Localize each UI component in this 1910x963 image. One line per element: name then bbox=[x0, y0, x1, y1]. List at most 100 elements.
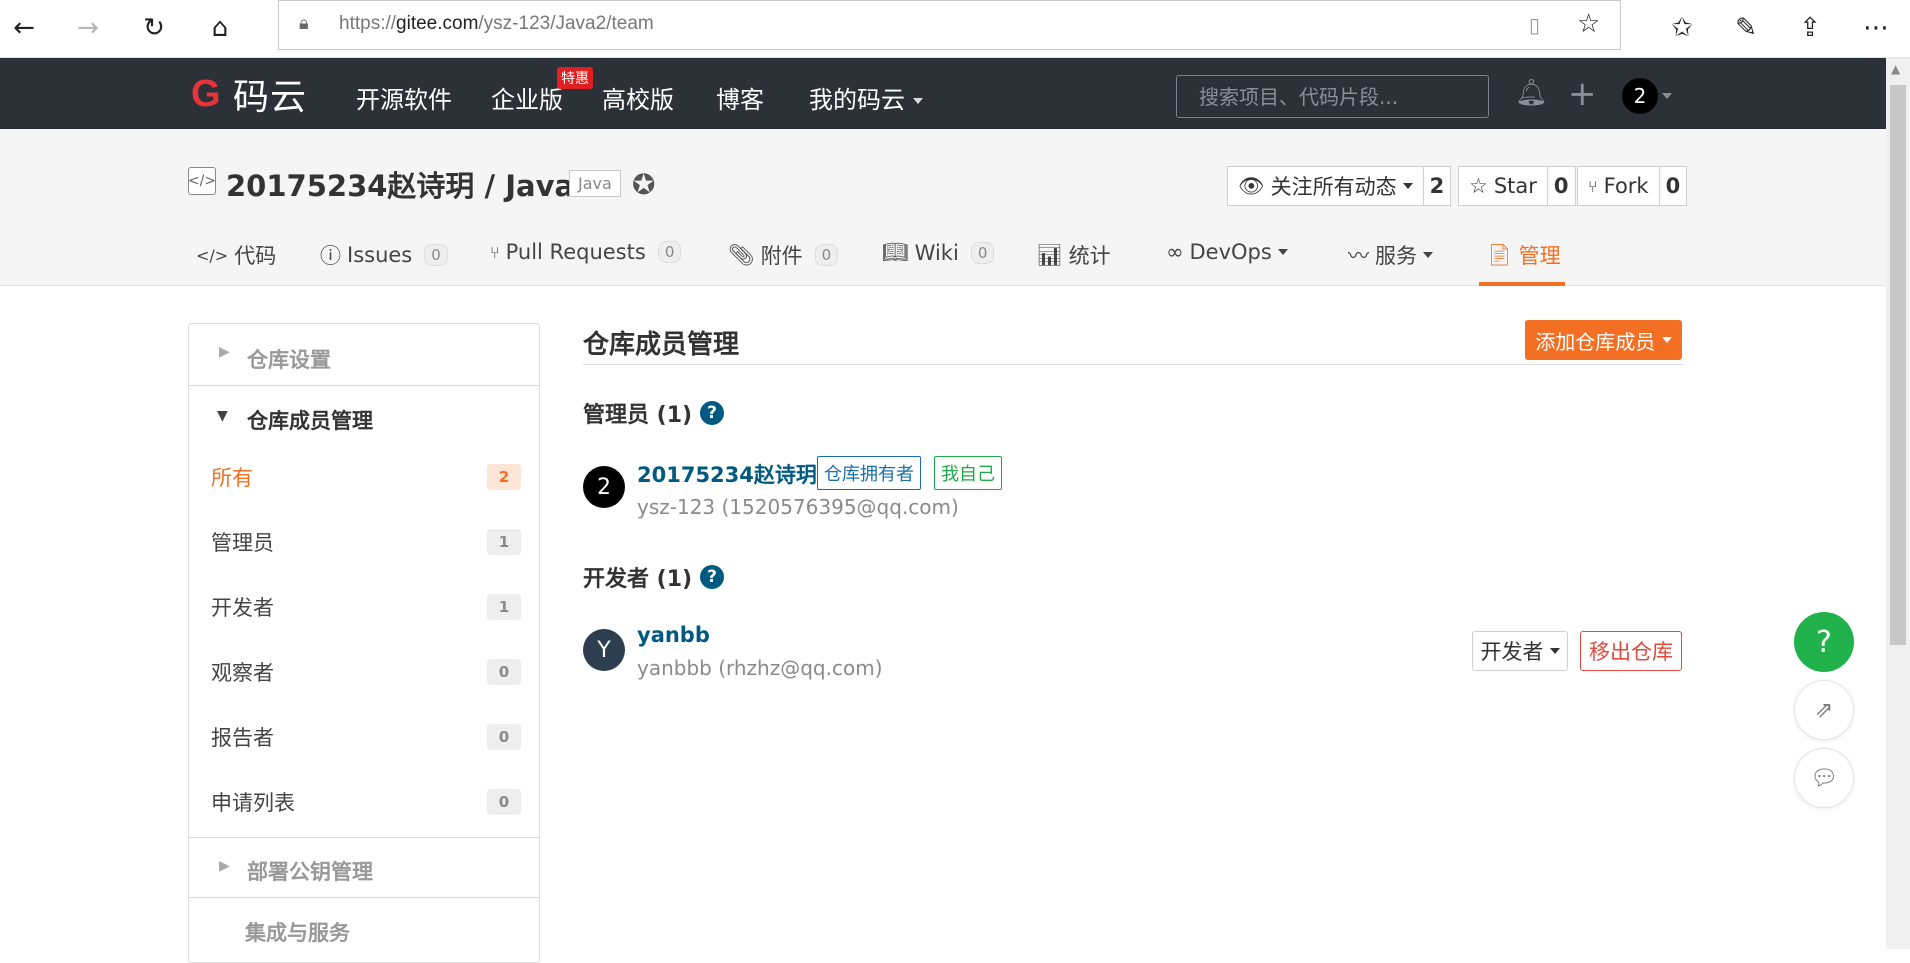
forward-icon[interactable]: → bbox=[70, 10, 106, 46]
developers-section-title: 开发者 (1)? bbox=[583, 561, 725, 593]
role-select[interactable]: 开发者 bbox=[1472, 631, 1568, 671]
eye-icon: 👁︎ bbox=[1238, 173, 1265, 198]
tab-manage[interactable]: 📄︎ 管理 bbox=[1486, 240, 1561, 270]
repo-code-icon: </> bbox=[188, 167, 216, 195]
self-tag: 我自己 bbox=[934, 456, 1002, 490]
chevron-right-icon: ▶ bbox=[219, 858, 230, 874]
question-icon: ? bbox=[1816, 624, 1832, 660]
pull-request-icon: ⑂ bbox=[490, 242, 500, 262]
infinity-icon: ∞ bbox=[1166, 240, 1184, 264]
sidebar-members-title[interactable]: 仓库成员管理 bbox=[247, 405, 597, 435]
tab-wiki[interactable]: 📖︎ Wiki 0 bbox=[882, 240, 995, 265]
avatar-dropdown-icon[interactable] bbox=[1662, 84, 1672, 103]
sidebar-integrations[interactable]: 集成与服务 bbox=[245, 917, 595, 947]
nav-open-source[interactable]: 开源软件 bbox=[356, 80, 452, 115]
document-icon: 📄︎ bbox=[1486, 242, 1513, 267]
tab-issues[interactable]: ⓘ Issues 0 bbox=[320, 240, 448, 270]
refresh-icon[interactable]: ↻ bbox=[136, 10, 172, 46]
share-fab[interactable]: ⇗ bbox=[1794, 680, 1854, 740]
back-icon[interactable]: ← bbox=[6, 10, 42, 46]
tab-code[interactable]: </> 代码 bbox=[196, 240, 276, 270]
fork-icon: ⑂ bbox=[1588, 176, 1598, 196]
star-button[interactable]: ☆ Star 0 bbox=[1458, 166, 1576, 206]
top-navbar: G 码云 开源软件 企业版 高校版 博客 我的码云 🔔︎ + bbox=[0, 58, 1886, 129]
page-title: 仓库成员管理 bbox=[583, 330, 740, 360]
paperclip-icon: 📎︎ bbox=[728, 242, 755, 267]
divider bbox=[189, 385, 539, 386]
share-icon[interactable]: ⇪ bbox=[1792, 10, 1828, 46]
count-badge: 1 bbox=[487, 529, 521, 555]
avatar[interactable]: 2 bbox=[583, 466, 625, 508]
comment-fab[interactable]: 💬︎ bbox=[1794, 748, 1854, 808]
scroll-up-icon[interactable]: ▲ bbox=[1891, 62, 1900, 76]
nav-blog[interactable]: 博客 bbox=[716, 80, 764, 115]
pulse-icon: 〰 bbox=[1348, 244, 1369, 268]
sidebar-repo-settings[interactable]: 仓库设置 bbox=[247, 344, 597, 374]
admins-section-title: 管理员 (1)? bbox=[583, 397, 725, 429]
tab-stats[interactable]: 📊︎ 统计 bbox=[1036, 240, 1111, 270]
nav-education[interactable]: 高校版 bbox=[602, 80, 674, 115]
star-count: 0 bbox=[1546, 167, 1575, 205]
count-badge: 2 bbox=[487, 464, 521, 490]
add-member-button[interactable]: 添加仓库成员 bbox=[1525, 320, 1682, 360]
tab-attachments[interactable]: 📎︎ 附件 0 bbox=[728, 240, 839, 270]
recommend-badge-icon: ✪ bbox=[632, 168, 656, 201]
sidebar-item-requests[interactable]: 申请列表 0 bbox=[211, 787, 521, 817]
scrollbar-thumb[interactable] bbox=[1890, 85, 1906, 645]
sidebar-deploy-keys[interactable]: 部署公钥管理 bbox=[247, 856, 597, 886]
sidebar-item-reporters[interactable]: 报告者 0 bbox=[211, 722, 521, 752]
gitee-logo[interactable]: G 码云 bbox=[191, 73, 307, 118]
watch-count: 2 bbox=[1422, 167, 1451, 205]
repo-title[interactable]: 20175234赵诗玥 / Java2 bbox=[226, 163, 594, 205]
sidebar-item-developers[interactable]: 开发者 1 bbox=[211, 592, 521, 622]
favorite-star-icon[interactable]: ☆ bbox=[1577, 9, 1600, 39]
help-icon[interactable]: ? bbox=[700, 565, 725, 589]
code-icon: </> bbox=[196, 245, 229, 265]
sidebar-item-all[interactable]: 所有 2 bbox=[211, 462, 521, 492]
nav-enterprise[interactable]: 企业版 bbox=[491, 80, 563, 115]
favorites-icon[interactable]: ✩ bbox=[1664, 10, 1700, 46]
home-icon[interactable]: ⌂ bbox=[202, 10, 238, 46]
fork-button[interactable]: ⑂ Fork 0 bbox=[1577, 166, 1688, 206]
count-badge: 0 bbox=[487, 659, 521, 685]
language-tag[interactable]: Java bbox=[569, 170, 621, 197]
logo-g-icon: G bbox=[191, 73, 221, 115]
search-input[interactable] bbox=[1177, 76, 1488, 117]
browser-toolbar: ← → ↻ ⌂ 🔒︎ https://gitee.com/ysz-123/Jav… bbox=[0, 0, 1910, 58]
hot-badge: 特惠 bbox=[557, 67, 593, 89]
address-text: https://gitee.com/ysz-123/Java2/team bbox=[339, 13, 654, 34]
nav-my-gitee[interactable]: 我的码云 bbox=[809, 80, 923, 115]
star-icon: ☆ bbox=[1469, 174, 1488, 198]
wiki-count: 0 bbox=[970, 241, 995, 264]
remove-member-button[interactable]: 移出仓库 bbox=[1580, 631, 1682, 671]
external-link-icon: ⇗ bbox=[1814, 697, 1834, 723]
tab-services[interactable]: 〰服务 bbox=[1348, 240, 1433, 270]
search-box[interactable] bbox=[1176, 75, 1489, 118]
tab-pull-requests[interactable]: ⑂ Pull Requests 0 bbox=[490, 240, 682, 264]
count-badge: 0 bbox=[487, 789, 521, 815]
avatar[interactable]: Y bbox=[583, 629, 625, 671]
issues-count: 0 bbox=[424, 244, 448, 266]
fork-count: 0 bbox=[1658, 167, 1687, 205]
help-icon[interactable]: ? bbox=[700, 401, 725, 425]
address-bar[interactable]: 🔒︎ https://gitee.com/ysz-123/Java2/team … bbox=[278, 0, 1621, 50]
tab-devops[interactable]: ∞ DevOps bbox=[1166, 240, 1288, 264]
watch-button[interactable]: 👁︎ 关注所有动态 2 bbox=[1227, 166, 1452, 206]
sidebar-item-admins[interactable]: 管理员 1 bbox=[211, 527, 521, 557]
member-name[interactable]: 20175234赵诗玥 bbox=[637, 459, 817, 489]
member-account: yanbbb (rhzhz@qq.com) bbox=[637, 656, 883, 680]
pr-count: 0 bbox=[657, 241, 682, 263]
member-name[interactable]: yanbb bbox=[637, 623, 710, 647]
bell-icon[interactable]: 🔔︎ bbox=[1515, 78, 1548, 108]
help-fab[interactable]: ? bbox=[1794, 612, 1854, 672]
reading-view-icon[interactable]: ▯ bbox=[1529, 13, 1540, 37]
pen-icon[interactable]: ✎ bbox=[1728, 10, 1764, 46]
user-avatar[interactable]: 2 bbox=[1622, 78, 1658, 114]
divider bbox=[583, 364, 1683, 365]
more-icon[interactable]: ⋯ bbox=[1858, 10, 1894, 46]
sidebar-item-observers[interactable]: 观察者 0 bbox=[211, 657, 521, 687]
active-tab-indicator bbox=[1479, 282, 1565, 286]
plus-icon[interactable]: + bbox=[1568, 74, 1597, 114]
chevron-down-icon: ▼ bbox=[217, 408, 228, 424]
chevron-right-icon: ▶ bbox=[219, 344, 230, 360]
